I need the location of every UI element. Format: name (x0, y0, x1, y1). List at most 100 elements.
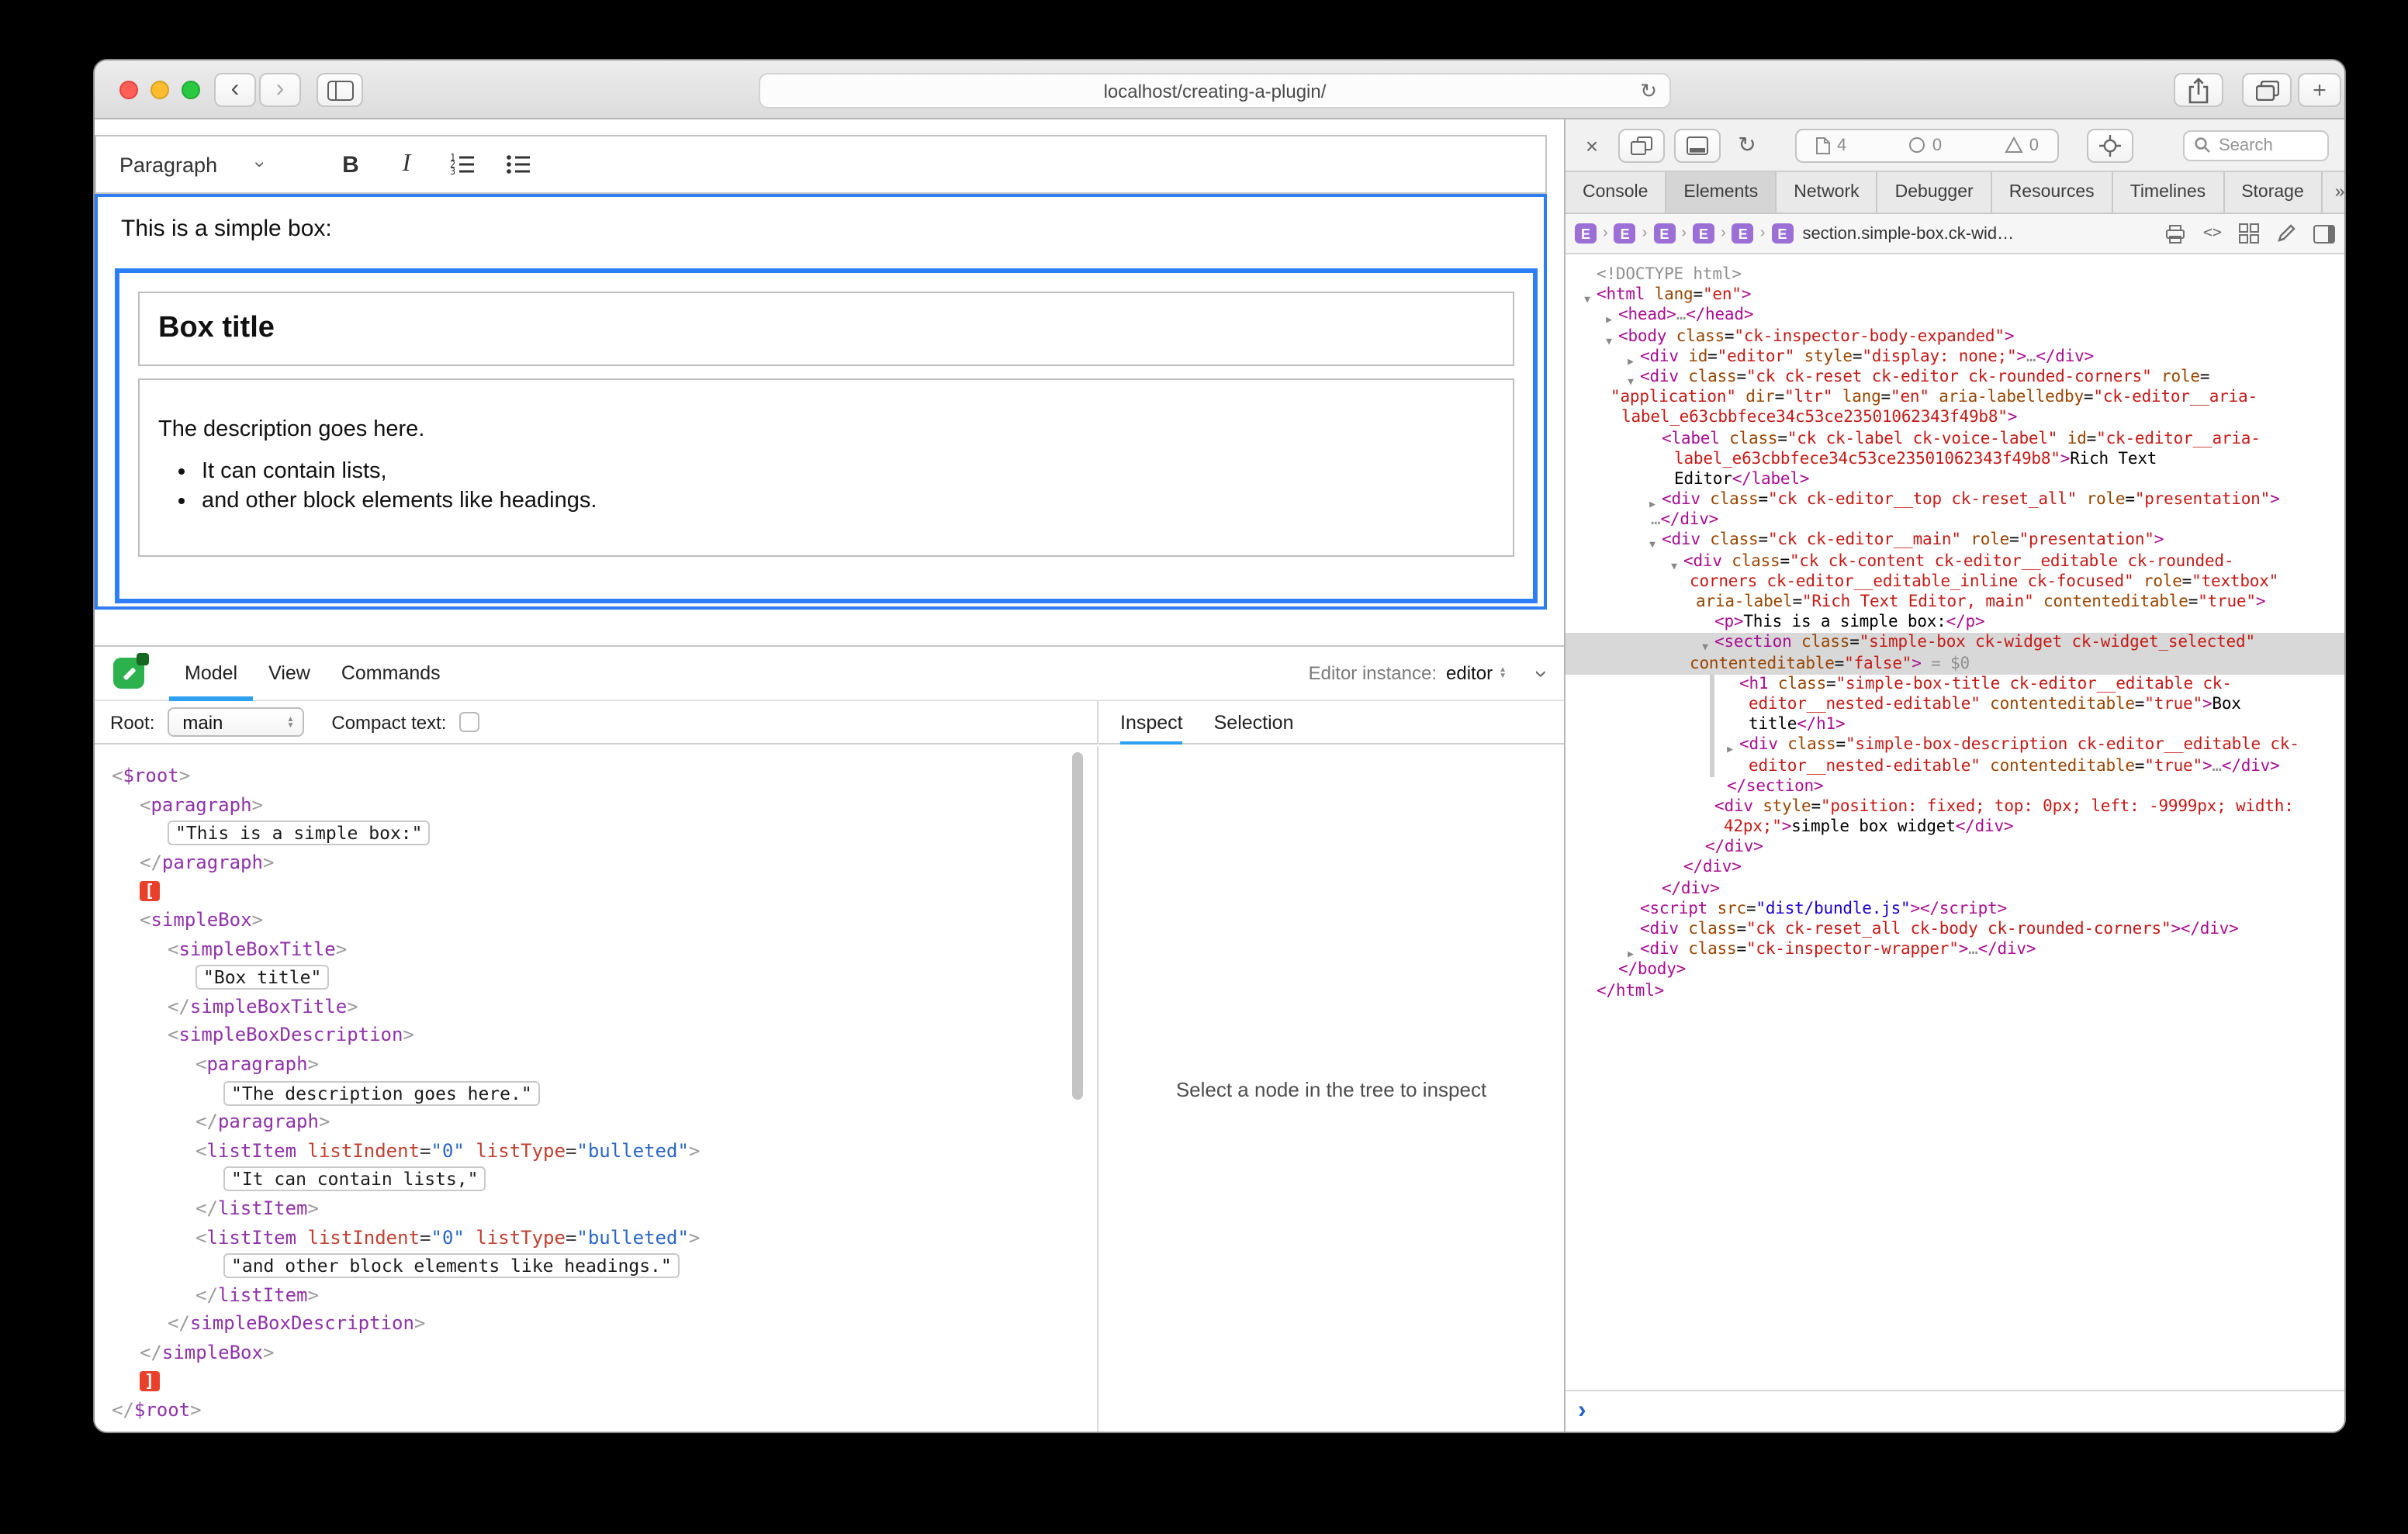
model-tree-line[interactable]: "This is a simple box:" (95, 819, 1072, 848)
dom-tree-line[interactable]: </html> (1566, 981, 2344, 1001)
dom-tree-line[interactable]: <h1 class="simple-box-title ck-editor__e… (1566, 675, 2344, 695)
tab-commands[interactable]: Commands (326, 646, 456, 700)
tab-timelines[interactable]: Timelines (2113, 172, 2225, 212)
inspector-search-input[interactable]: Search (2183, 130, 2329, 161)
italic-button[interactable]: I (388, 144, 425, 185)
model-tree-line[interactable]: </listItem> (95, 1280, 1072, 1309)
dom-tree-line[interactable]: </div> (1566, 879, 2344, 899)
model-tree-line[interactable]: <$root> (95, 762, 1072, 790)
dom-tree-line[interactable]: "application" dir="ltr" lang="en" aria-l… (1566, 388, 2344, 408)
model-tree-line[interactable]: </simpleBoxDescription> (95, 1310, 1072, 1339)
element-badge-icon[interactable]: E (1614, 223, 1636, 244)
model-tree-line[interactable]: "and other block elements like headings.… (95, 1252, 1072, 1280)
element-badge-icon[interactable]: E (1693, 223, 1714, 244)
resource-count[interactable]: 4 (1815, 136, 1846, 154)
model-tree-line[interactable]: <listItem listIndent="0" listType="bulle… (95, 1136, 1072, 1165)
dom-tree-line[interactable]: ▶<head>…</head> (1566, 306, 2344, 326)
bold-button[interactable]: B (332, 144, 369, 185)
model-tree-line[interactable]: <simpleBox> (95, 906, 1072, 935)
model-tree-scrollbar[interactable] (1071, 749, 1085, 1429)
dom-tree-line[interactable]: <!DOCTYPE html> (1566, 265, 2344, 285)
model-tree-line[interactable]: </simpleBoxTitle> (95, 993, 1072, 1021)
dom-tree-line[interactable]: </div> (1566, 838, 2344, 859)
tab-storage[interactable]: Storage (2224, 172, 2323, 212)
forward-button[interactable]: › (259, 73, 301, 107)
element-badge-icon[interactable]: E (1653, 223, 1675, 244)
back-button[interactable]: ‹ (214, 73, 256, 107)
dom-tree-line[interactable]: editor__nested-editable" contenteditable… (1566, 756, 2344, 776)
dom-tree-line[interactable]: <p>This is a simple box:</p> (1566, 613, 2344, 633)
scrollbar-thumb[interactable] (1072, 752, 1083, 1100)
reload-icon[interactable]: ↻ (1640, 79, 1657, 104)
reload-page-button[interactable]: ↻ (1730, 128, 1764, 162)
address-bar[interactable]: localhost/creating-a-plugin/ ↻ (759, 73, 1671, 109)
model-tree-line[interactable]: </paragraph> (95, 848, 1072, 877)
element-picker-button[interactable] (2087, 128, 2133, 162)
tab-view[interactable]: View (253, 646, 326, 700)
dom-tree-line[interactable]: title</h1> (1566, 715, 2344, 735)
print-icon[interactable] (2164, 223, 2186, 244)
dom-tree-line[interactable]: ▼<div class="ck ck-reset ck-editor ck-ro… (1566, 368, 2344, 388)
dom-tree-line[interactable]: ▼<section class="simple-box ck-widget ck… (1566, 634, 2344, 654)
tab-inspect[interactable]: Inspect (1120, 701, 1183, 745)
dom-tree-line[interactable]: corners ck-editor__editable_inline ck-fo… (1566, 572, 2344, 593)
model-tree-line[interactable]: ] (95, 1367, 1072, 1396)
simple-box-title[interactable]: Box title (138, 292, 1514, 366)
model-tree-line[interactable]: "The description goes here." (95, 1079, 1072, 1107)
model-tree-line[interactable]: </paragraph> (95, 1107, 1072, 1136)
model-tree-line[interactable]: <listItem listIndent="0" listType="bulle… (95, 1223, 1072, 1252)
bulleted-list-button[interactable] (500, 144, 537, 185)
model-tree-line[interactable]: <simpleBoxDescription> (95, 1021, 1072, 1050)
tab-debugger[interactable]: Debugger (1878, 172, 1992, 212)
root-select[interactable]: main ▲▼ (167, 707, 303, 737)
dom-tree-line[interactable]: …</div> (1566, 511, 2344, 531)
warning-count[interactable]: 0 (2005, 136, 2039, 154)
dom-tree-line[interactable]: label_e63cbbfece34c53ce23501062343f49b8"… (1566, 409, 2344, 429)
error-count[interactable]: 0 (1909, 136, 1942, 154)
tab-overview-button[interactable] (2242, 73, 2292, 107)
grid-icon[interactable] (2239, 223, 2259, 244)
dom-tree-line[interactable]: ▶<div class="ck-inspector-wrapper">…</di… (1566, 940, 2344, 960)
element-badge-icon[interactable]: E (1771, 223, 1793, 244)
dom-tree-line[interactable]: </body> (1566, 961, 2344, 981)
model-tree-line[interactable]: <paragraph> (95, 1050, 1072, 1079)
browser-titlebar[interactable]: ‹ › localhost/creating-a-plugin/ ↻ + (95, 60, 2344, 119)
model-tree-line[interactable]: </listItem> (95, 1194, 1072, 1223)
more-tabs-button[interactable]: » (2323, 172, 2346, 212)
minimize-window-button[interactable] (150, 81, 169, 99)
model-tree-line[interactable]: </$root> (95, 1396, 1072, 1425)
dom-tree-line[interactable]: ▶<div id="editor" style="display: none;"… (1566, 347, 2344, 368)
compact-text-checkbox[interactable] (458, 712, 479, 732)
dom-tree-line[interactable]: editor__nested-editable" contenteditable… (1566, 695, 2344, 715)
numbered-list-button[interactable]: 123 (444, 144, 481, 185)
heading-dropdown[interactable]: Paragraph › (119, 153, 313, 176)
dom-tree-line[interactable]: ▼<div class="ck ck-editor__main" role="p… (1566, 531, 2344, 551)
model-tree-line[interactable]: [ (95, 877, 1072, 906)
element-badge-icon[interactable]: E (1575, 223, 1597, 244)
dom-tree-line[interactable]: ▶<div class="ck ck-editor__top ck-reset_… (1566, 490, 2344, 510)
model-tree-line[interactable]: <simpleBoxTitle> (95, 935, 1072, 963)
element-badge-icon[interactable]: E (1732, 223, 1754, 244)
model-tree-line[interactable]: <paragraph> (95, 790, 1072, 819)
dom-tree-line[interactable]: ▼<html lang="en"> (1566, 285, 2344, 306)
simple-box-description[interactable]: The description goes here. It can contai… (138, 378, 1514, 557)
close-window-button[interactable] (119, 81, 138, 99)
edit-pencil-icon[interactable] (2276, 223, 2296, 244)
editor-instance-select[interactable]: editor ▲▼ (1446, 662, 1507, 684)
description-paragraph[interactable]: The description goes here. (158, 417, 1494, 442)
dom-tree-line[interactable]: contenteditable="false"> = $0 (1566, 654, 2344, 674)
model-tree-line[interactable]: </simpleBox> (95, 1339, 1072, 1367)
resource-issue-counts[interactable]: 4 0 0 (1795, 128, 2059, 162)
tab-elements[interactable]: Elements (1666, 172, 1777, 212)
dom-tree-line[interactable]: <div class="ck ck-reset_all ck-body ck-r… (1566, 920, 2344, 940)
zoom-window-button[interactable] (182, 81, 200, 99)
dock-bottom-button[interactable] (1674, 128, 1721, 162)
dom-tree-line[interactable]: aria-label="Rich Text Editor, main" cont… (1566, 593, 2344, 613)
tab-model[interactable]: Model (169, 646, 253, 700)
simple-box-widget[interactable]: Box title The description goes here. It … (115, 268, 1538, 603)
collapse-inspector-button[interactable]: › (1528, 669, 1555, 677)
dom-tree-line[interactable]: label_e63cbbfece34c53ce23501062343f49b8"… (1566, 449, 2344, 469)
editor-paragraph[interactable]: This is a simple box: (98, 197, 1544, 242)
sidebar-toggle-button[interactable] (317, 73, 363, 107)
list-item[interactable]: It can contain lists, (202, 458, 1494, 486)
